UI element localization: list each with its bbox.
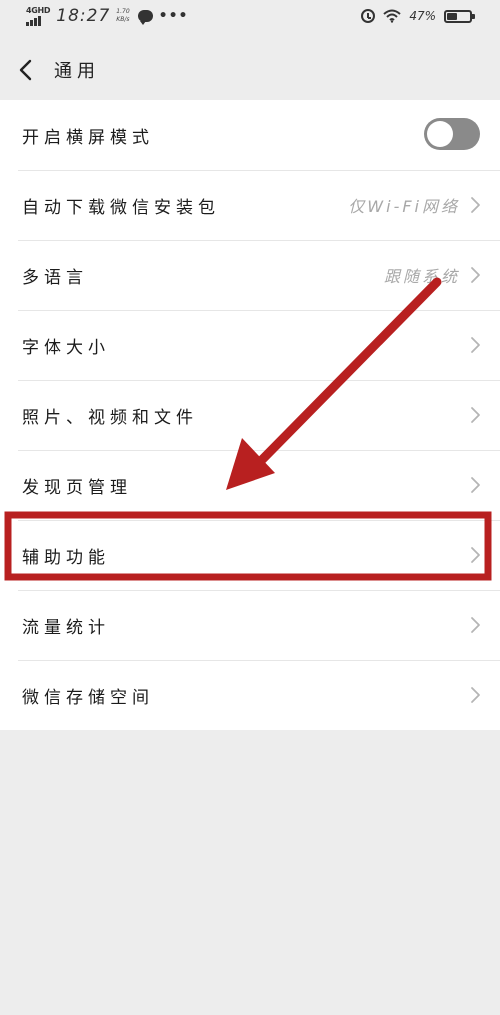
setting-label: 发现页管理 xyxy=(22,477,132,498)
status-time: 18:27 xyxy=(56,6,111,26)
setting-row-language[interactable]: 多语言 跟随系统 xyxy=(0,240,500,310)
setting-row-accessibility[interactable]: 辅助功能 xyxy=(0,520,500,590)
network-speed-unit: KB/s xyxy=(116,16,130,23)
network-speed: 1.70 KB/s xyxy=(116,8,129,24)
chevron-right-icon xyxy=(471,477,480,493)
chevron-right-icon xyxy=(471,197,480,213)
setting-row-data-usage[interactable]: 流量统计 xyxy=(0,590,500,660)
wifi-icon xyxy=(383,9,401,23)
setting-label: 开启横屏模式 xyxy=(22,127,154,148)
setting-row-media-files[interactable]: 照片、视频和文件 xyxy=(0,380,500,450)
network-type-label: 4GHD xyxy=(26,5,51,15)
chevron-right-icon xyxy=(471,687,480,703)
setting-label: 辅助功能 xyxy=(22,547,110,568)
setting-label: 多语言 xyxy=(22,267,88,288)
setting-label: 照片、视频和文件 xyxy=(22,407,198,428)
setting-row-landscape-mode: 开启横屏模式 xyxy=(0,100,500,170)
top-navigation-bar: 通用 xyxy=(0,40,500,100)
chevron-right-icon xyxy=(471,407,480,423)
battery-percent: 47% xyxy=(409,9,436,23)
setting-row-font-size[interactable]: 字体大小 xyxy=(0,310,500,380)
battery-fill xyxy=(447,12,458,20)
page-title: 通用 xyxy=(54,61,100,82)
setting-row-auto-download[interactable]: 自动下载微信安装包 仅Wi-Fi网络 xyxy=(0,170,500,240)
setting-label: 字体大小 xyxy=(22,337,110,358)
toggle-knob xyxy=(427,121,453,147)
setting-value: 跟随系统 xyxy=(383,267,460,286)
chevron-right-icon xyxy=(471,267,480,283)
chat-bubble-icon xyxy=(137,10,153,25)
setting-row-storage[interactable]: 微信存储空间 xyxy=(0,660,500,730)
more-notifications-indicator: ••• xyxy=(158,8,189,24)
setting-value: 仅Wi-Fi网络 xyxy=(348,197,460,216)
signal-bars xyxy=(26,15,41,26)
setting-label: 自动下载微信安装包 xyxy=(22,197,220,218)
battery-icon xyxy=(444,9,475,23)
chevron-right-icon xyxy=(471,547,480,563)
setting-label: 流量统计 xyxy=(22,617,110,638)
chevron-left-icon xyxy=(19,59,32,81)
chevron-right-icon xyxy=(471,337,480,353)
setting-label: 微信存储空间 xyxy=(22,687,154,708)
status-bar: 4GHD 18:27 1.70 KB/s ••• 47% xyxy=(0,0,500,40)
alarm-icon xyxy=(361,9,376,23)
back-button[interactable] xyxy=(8,52,44,88)
chevron-right-icon xyxy=(471,617,480,633)
settings-list: 开启横屏模式 自动下载微信安装包 仅Wi-Fi网络 多语言 跟随系统 字体大小 … xyxy=(0,100,500,730)
landscape-mode-toggle[interactable] xyxy=(424,118,480,150)
setting-row-discover-management[interactable]: 发现页管理 xyxy=(0,450,500,520)
status-bar-right: 47% xyxy=(361,9,475,23)
signal-icon: 4GHD xyxy=(26,5,51,26)
network-speed-value: 1.70 xyxy=(116,8,130,15)
status-bar-left: 4GHD 18:27 1.70 KB/s ••• xyxy=(26,6,189,26)
